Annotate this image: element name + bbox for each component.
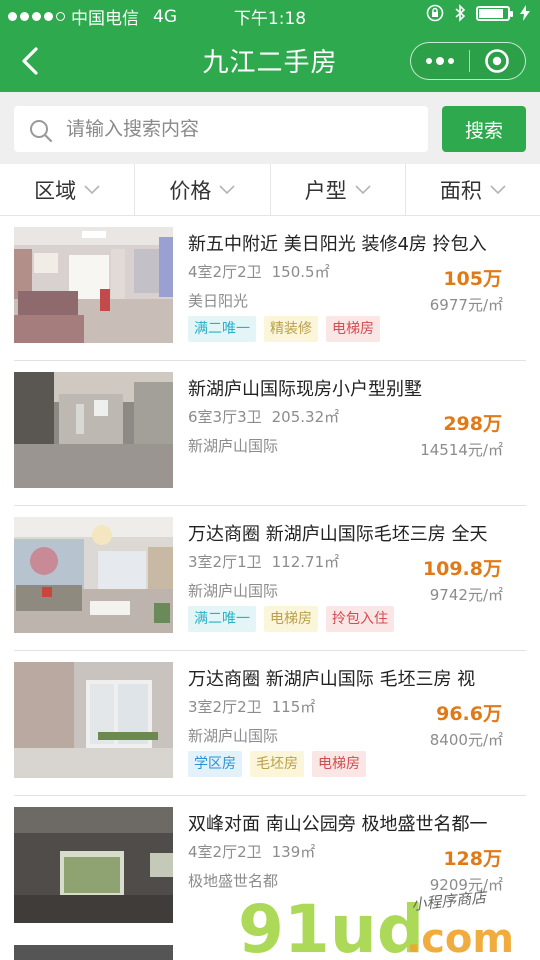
listing-price: 128万 [443,848,502,870]
listing-price: 109.8万 [422,558,502,580]
listing-photo [14,945,173,960]
bluetooth-icon [455,4,466,22]
listing-photo [14,807,173,923]
listing-unit-price: 6977元/㎡ [429,296,503,314]
search-box[interactable] [14,106,428,152]
listing-area: 112.71㎡ [271,553,340,571]
mini-program-capsule [410,42,526,80]
target-close-icon [485,49,510,73]
listing-specs: 4室2厅2卫 139㎡ [188,841,325,862]
chevron-down-icon [84,184,100,194]
listing-title: 万达商圈 新湖庐山国际 毛坯三房 视 [188,669,476,690]
close-button[interactable] [469,43,525,79]
filter-label: 区域 [34,178,77,203]
listing-tags: 满二唯一 电梯房 拎包入住 [188,606,394,632]
listing-item[interactable]: 万达商圈 新湖庐山国际 毛坯三房 视 3室2厅2卫 115㎡ 新湖庐山国际 96.… [0,651,540,796]
search-icon [30,120,53,143]
search-button[interactable]: 搜索 [442,106,526,152]
listing-photo [14,517,173,633]
listing-specs: 4室2厅2卫 150.5㎡ [188,261,340,282]
listing-estate: 美日阳光 [188,292,249,310]
listing-tags: 学区房 毛坯房 电梯房 [188,751,366,777]
more-icon-dot [435,57,444,65]
rotation-lock-icon [426,4,444,22]
listing-title: 新五中附近 美日阳光 装修4房 拎包入 [188,234,487,255]
chevron-down-icon [219,184,235,194]
listing-tag: 拎包入住 [326,606,394,632]
filter-label: 户型 [304,178,347,203]
nav-bar: 九江二手房 [0,30,540,92]
battery-icon [476,5,513,21]
listing-price: 96.6万 [436,703,502,725]
listing-photo [14,227,173,343]
listing-layout: 3室2厅1卫 [188,553,262,571]
listing-price: 105万 [443,268,502,290]
listing-price: 298万 [443,413,502,435]
listing-layout: 4室2厅2卫 [188,843,262,861]
listing-tag: 满二唯一 [188,316,256,342]
svg-text:.com: .com [406,916,514,960]
listing-unit-price: 8400元/㎡ [429,731,503,749]
more-icon-dot [447,58,454,64]
listing-tag: 电梯房 [312,751,366,777]
more-icon [425,58,432,64]
listing-tags: 满二唯一 精装修 电梯房 [188,316,380,342]
listing-tag: 精装修 [264,316,318,342]
listing-specs: 3室2厅1卫 112.71㎡ [188,551,349,572]
listing-area: 139㎡ [271,843,316,861]
listing-layout: 3室2厅2卫 [188,698,262,716]
filter-price[interactable]: 价格 [135,164,271,215]
listing-estate: 新湖庐山国际 [188,727,279,745]
filter-bar: 区域 价格 户型 面积 [0,164,540,216]
listing-title: 万达商圈 新湖庐山国际毛坯三房 全天 [188,524,488,545]
listing-area: 115㎡ [271,698,316,716]
listing-layout: 4室2厅2卫 [188,263,262,281]
listing-tag: 电梯房 [264,606,318,632]
status-bar: 中国电信 4G 下午1:18 [0,0,540,30]
listing-unit-price: 14514元/㎡ [420,441,503,459]
listing-item[interactable]: 新五中附近 美日阳光 装修4房 拎包入 4室2厅2卫 150.5㎡ 美日阳光 10… [0,216,540,361]
listing-specs: 6室3厅3卫 205.32㎡ [188,406,349,427]
filter-area[interactable]: 面积 [406,164,540,215]
listing-tag: 毛坯房 [250,751,304,777]
more-button[interactable] [411,43,469,79]
listing-layout: 6室3厅3卫 [188,408,262,426]
listing-specs: 3室2厅2卫 115㎡ [188,696,325,717]
listing-area: 205.32㎡ [271,408,340,426]
site-watermark-logo: 91ud .com 小程序商店 [238,888,514,960]
listing-title: 新湖庐山国际现房小户型别墅 [188,379,422,400]
listing-unit-price: 9742元/㎡ [429,586,503,604]
listing-area: 150.5㎡ [271,263,330,281]
listing-tag: 满二唯一 [188,606,256,632]
filter-layout[interactable]: 户型 [271,164,406,215]
listing-item[interactable]: 万达商圈 新湖庐山国际毛坯三房 全天 3室2厅1卫 112.71㎡ 新湖庐山国际 … [0,506,540,651]
listing-item[interactable]: 新湖庐山国际现房小户型别墅 6室3厅3卫 205.32㎡ 新湖庐山国际 298万 … [0,361,540,506]
chevron-down-icon [490,184,506,194]
listing-estate: 新湖庐山国际 [188,582,279,600]
search-input[interactable] [66,106,416,152]
listing-photo [14,662,173,778]
filter-region[interactable]: 区域 [0,164,136,215]
status-right [426,4,530,22]
chevron-down-icon [355,184,371,194]
listing-tag: 学区房 [188,751,242,777]
filter-label: 价格 [169,178,212,203]
listing-photo [14,372,173,488]
filter-label: 面积 [439,178,482,203]
svg-text:91ud: 91ud [238,891,424,960]
charging-icon [520,5,530,21]
listing-tag: 电梯房 [326,316,380,342]
listing-estate: 新湖庐山国际 [188,437,279,455]
listing-title: 双峰对面 南山公园旁 极地盛世名都一 [188,814,488,835]
